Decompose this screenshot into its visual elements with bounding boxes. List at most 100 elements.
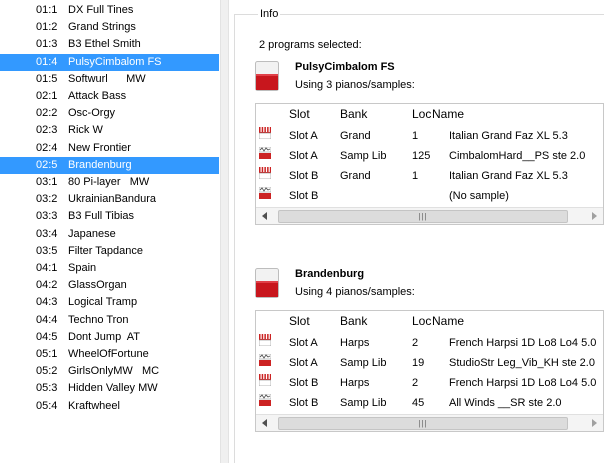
samples-table[interactable]: Slot Bank Loc Name Slot A Grand 1 Italian Grand… bbox=[255, 103, 604, 225]
table-row[interactable]: Slot B Grand 1 Italian Grand Faz XL 5.3 bbox=[256, 166, 603, 186]
cell-loc: 45 bbox=[412, 397, 425, 409]
program-number: 04:2 bbox=[36, 279, 58, 292]
scroll-left-icon[interactable] bbox=[262, 419, 267, 427]
table-row[interactable]: Slot A Grand 1 Italian Grand Faz XL 5.3 bbox=[256, 126, 603, 146]
program-name: Brandenburg bbox=[68, 158, 132, 171]
program-number: 01:2 bbox=[36, 21, 58, 34]
program-list-item[interactable]: 04:5 Dont Jump AT bbox=[0, 329, 219, 346]
grip-icon: ||| bbox=[418, 212, 428, 221]
table-row[interactable]: Slot A Harps 2 French Harpsi 1D Lo8 Lo4 5.0 bbox=[256, 333, 603, 353]
program-list-item[interactable]: 02:3 Rick W bbox=[0, 122, 219, 139]
piano-icon bbox=[258, 166, 272, 180]
program-number: 03:1 bbox=[36, 176, 58, 188]
sample-icon bbox=[258, 393, 272, 406]
cell-name: StudioStr Leg_Vib_KH ste 2.0 bbox=[449, 357, 595, 369]
scroll-left-icon[interactable] bbox=[262, 212, 267, 220]
panel-splitter[interactable] bbox=[220, 0, 229, 463]
selected-count-label: 2 programs selected: bbox=[259, 39, 362, 51]
program-number: 02:5 bbox=[36, 158, 58, 171]
program-number: 05:1 bbox=[36, 348, 58, 360]
scrollbar-thumb[interactable]: ||| bbox=[278, 417, 568, 430]
program-list-item[interactable]: 02:2 Osc-Orgy bbox=[0, 105, 219, 122]
program-list-item[interactable]: 05:1 WheelOfFortune bbox=[0, 346, 219, 363]
cell-loc: 125 bbox=[412, 150, 431, 162]
column-header-loc[interactable]: Loc bbox=[412, 107, 431, 121]
program-number: 02:4 bbox=[36, 141, 58, 154]
program-list-item[interactable]: 05:4 Kraftwheel bbox=[0, 398, 219, 415]
column-header-bank[interactable]: Bank bbox=[340, 107, 367, 121]
table-header: Slot Bank Loc Name bbox=[256, 311, 603, 331]
cell-slot: Slot B bbox=[289, 170, 319, 182]
grip-icon: ||| bbox=[418, 419, 428, 428]
program-list-item[interactable]: 02:5 Brandenburg bbox=[0, 156, 219, 174]
program-list-item[interactable]: 03:3 B3 Full Tibias bbox=[0, 208, 219, 225]
cell-name: CimbalomHard__PS ste 2.0 bbox=[449, 150, 586, 162]
column-header-name[interactable]: Name bbox=[432, 314, 464, 328]
program-name: Rick W bbox=[68, 124, 103, 137]
cell-slot: Slot A bbox=[289, 337, 318, 349]
table-row[interactable]: Slot A Samp Lib 125 CimbalomHard__PS ste 2.… bbox=[256, 146, 603, 166]
program-name: B3 Full Tibias bbox=[68, 210, 135, 223]
table-row[interactable]: Slot A Samp Lib 19 StudioStr Leg_Vib_KH ste… bbox=[256, 353, 603, 373]
cell-bank: Samp Lib bbox=[340, 397, 387, 409]
cell-bank: Samp Lib bbox=[340, 150, 387, 162]
program-list-item[interactable]: 04:2 GlassOrgan bbox=[0, 277, 219, 294]
program-name: Techno Tron bbox=[68, 313, 129, 326]
program-list-item[interactable]: 03:1 80 Pi-layer MW bbox=[0, 174, 219, 191]
program-name: Dont Jump AT bbox=[68, 330, 140, 343]
program-name: B3 Ethel Smith bbox=[68, 38, 141, 51]
horizontal-scrollbar[interactable]: ||| bbox=[256, 414, 603, 431]
cell-slot: Slot A bbox=[289, 150, 318, 162]
program-icon bbox=[255, 61, 279, 91]
cell-slot: Slot B bbox=[289, 397, 319, 409]
scrollbar-thumb[interactable]: ||| bbox=[278, 210, 568, 223]
program-name: Osc-Orgy bbox=[68, 107, 116, 120]
cell-bank: Harps bbox=[340, 337, 370, 349]
cell-slot: Slot A bbox=[289, 357, 318, 369]
program-name: New Frontier bbox=[68, 141, 131, 154]
program-name: Filter Tapdance bbox=[68, 244, 144, 257]
column-header-name[interactable]: Name bbox=[432, 107, 464, 121]
samples-table[interactable]: Slot Bank Loc Name Slot A Harps 2 French Harpsi… bbox=[255, 310, 604, 432]
program-list-item[interactable]: 02:1 Attack Bass bbox=[0, 88, 219, 105]
scroll-right-icon[interactable] bbox=[592, 212, 597, 220]
table-row[interactable]: Slot B (No sample) bbox=[256, 186, 603, 206]
program-name: UkrainianBandura bbox=[68, 193, 157, 206]
program-number: 03:2 bbox=[36, 193, 58, 206]
table-row[interactable]: Slot B Harps 2 French Harpsi 1D Lo8 Lo4 5.0 bbox=[256, 373, 603, 393]
program-list-item[interactable]: 01:1 DX Full Tines bbox=[0, 2, 219, 19]
program-info-block: PulsyCimbalom FS Using 3 pianos/samples: S… bbox=[255, 61, 604, 256]
cell-slot: Slot B bbox=[289, 190, 319, 202]
program-icon bbox=[255, 268, 279, 298]
horizontal-scrollbar[interactable]: ||| bbox=[256, 207, 603, 224]
table-row[interactable]: Slot B Samp Lib 45 All Winds __SR ste 2.0 bbox=[256, 393, 603, 413]
program-list-item[interactable]: 04:1 Spain bbox=[0, 260, 219, 277]
column-header-slot[interactable]: Slot bbox=[289, 107, 310, 121]
program-number: 04:4 bbox=[36, 313, 58, 326]
program-list-item[interactable]: 04:3 Logical Tramp bbox=[0, 294, 219, 311]
program-list-item[interactable]: 03:4 Japanese bbox=[0, 226, 219, 243]
column-header-bank[interactable]: Bank bbox=[340, 314, 367, 328]
program-list-item[interactable]: 04:4 Techno Tron bbox=[0, 312, 219, 329]
program-list-item[interactable]: 02:4 New Frontier bbox=[0, 140, 219, 157]
cell-name: All Winds __SR ste 2.0 bbox=[449, 397, 562, 409]
program-list-item[interactable]: 01:5 Softwurl MW bbox=[0, 71, 219, 88]
program-list-item[interactable]: 01:4 PulsyCimbalom FS bbox=[0, 53, 219, 71]
program-list-item[interactable]: 03:2 UkrainianBandura bbox=[0, 191, 219, 208]
program-name: Attack Bass bbox=[68, 90, 127, 102]
scroll-right-icon[interactable] bbox=[592, 419, 597, 427]
program-list-item[interactable]: 01:2 Grand Strings bbox=[0, 19, 219, 36]
cell-name: Italian Grand Faz XL 5.3 bbox=[449, 170, 568, 182]
program-list-item[interactable]: 05:3 Hidden Valley MW bbox=[0, 380, 219, 397]
program-list-item[interactable]: 03:5 Filter Tapdance bbox=[0, 243, 219, 260]
program-list-item[interactable]: 01:3 B3 Ethel Smith bbox=[0, 36, 219, 53]
program-list-item[interactable]: 05:2 GirlsOnlyMW MC bbox=[0, 363, 219, 380]
program-number: 04:5 bbox=[36, 330, 58, 343]
cell-name: (No sample) bbox=[449, 190, 509, 202]
column-header-loc[interactable]: Loc bbox=[412, 314, 431, 328]
cell-bank: Grand bbox=[340, 170, 371, 182]
column-header-slot[interactable]: Slot bbox=[289, 314, 310, 328]
program-list[interactable]: 01:1 DX Full Tines 01:2 Grand Strings 01:3 B3… bbox=[0, 0, 219, 463]
program-name: GlassOrgan bbox=[68, 279, 127, 292]
program-number: 01:3 bbox=[36, 38, 58, 51]
